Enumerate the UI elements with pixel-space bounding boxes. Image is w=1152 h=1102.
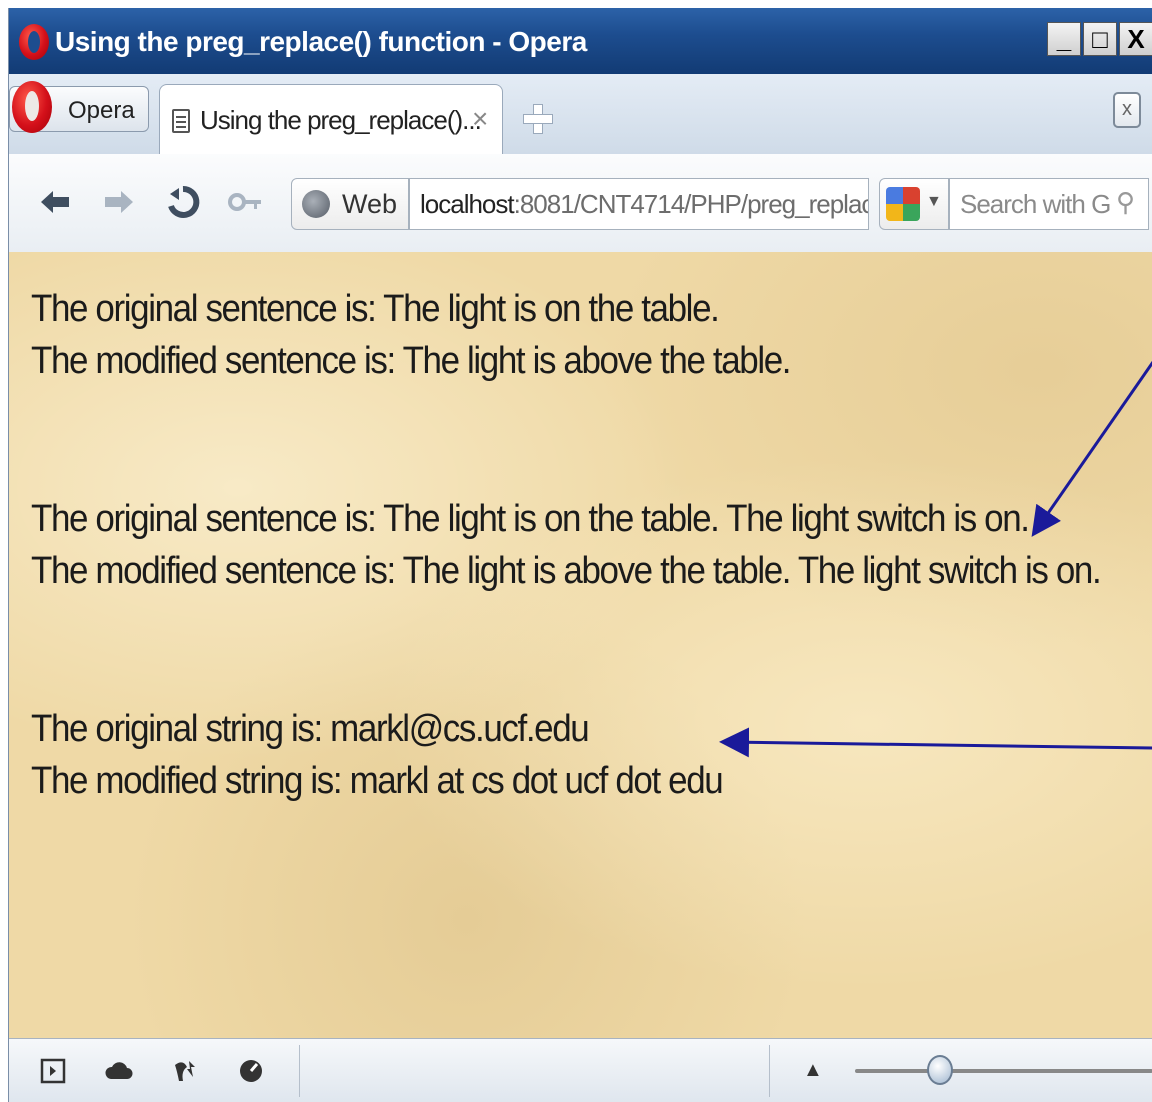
address-text: localhost:8081/CNT4714/PHP/preg_replace% [420,189,868,220]
opera-logo-icon [12,81,52,133]
title-bar[interactable]: Using the preg_replace() function - Oper… [9,8,1152,74]
window-title: Using the preg_replace() function - Oper… [55,26,587,57]
closed-tabs-trash-icon[interactable]: x [1113,92,1141,128]
speed-dial-icon[interactable] [237,1057,265,1085]
tab-bar: Opera Using the preg_replace()... × x [9,74,1152,154]
close-button[interactable]: X [1119,22,1152,56]
address-host: localhost [420,189,515,219]
cloud-icon[interactable] [105,1057,133,1085]
annotation-arrow-2 [719,727,1152,758]
back-arrow-icon[interactable] [37,184,73,220]
chevron-down-icon: ▼ [926,193,942,210]
annotation-arrows [719,361,1152,758]
tab-close-icon[interactable]: × [472,103,488,135]
key-icon[interactable] [227,184,263,220]
forward-arrow-icon[interactable] [101,184,137,220]
opera-menu-button[interactable]: Opera [9,81,149,133]
address-prefix-label: Web [342,189,398,219]
zoom-slider-track[interactable] [855,1069,1152,1073]
zoom-up-icon[interactable]: ▲ [803,1059,823,1082]
reload-icon[interactable] [165,184,201,220]
address-prefix-button[interactable]: Web [291,178,409,230]
opera-menu-label: Opera [68,97,135,124]
status-divider [769,1045,770,1097]
zoom-slider-thumb[interactable] [927,1055,953,1085]
status-bar: ▲ [9,1038,1152,1102]
page-icon [172,109,190,133]
search-placeholder: Search with G [960,189,1111,219]
window-controls: _ □ X [1045,22,1152,56]
minimize-button[interactable]: _ [1047,22,1081,56]
status-divider [299,1045,300,1097]
annotation-arrow-1 [1031,361,1152,537]
panel-toggle-icon[interactable] [39,1057,67,1085]
maximize-button[interactable]: □ [1083,22,1117,56]
google-icon [886,187,920,221]
address-field[interactable]: localhost:8081/CNT4714/PHP/preg_replace% [409,178,869,230]
address-path: :8081/CNT4714/PHP/preg_replace% [513,189,868,219]
navigation-bar: Web localhost:8081/CNT4714/PHP/preg_repl… [9,154,1152,253]
page-content: The original sentence is: The light is o… [9,252,1152,1038]
opera-logo-icon [19,24,49,60]
search-input[interactable]: Search with G ⚲ [949,178,1149,230]
turbo-icon[interactable] [171,1057,199,1085]
magnifier-icon[interactable]: ⚲ [1116,187,1135,218]
browser-window: Using the preg_replace() function - Oper… [8,8,1152,1102]
globe-icon [302,190,330,218]
tab-active[interactable]: Using the preg_replace()... × [159,84,503,154]
search-engine-selector[interactable]: ▼ [879,178,949,230]
new-tab-button[interactable] [523,104,553,134]
tab-title: Using the preg_replace()... [200,105,482,135]
